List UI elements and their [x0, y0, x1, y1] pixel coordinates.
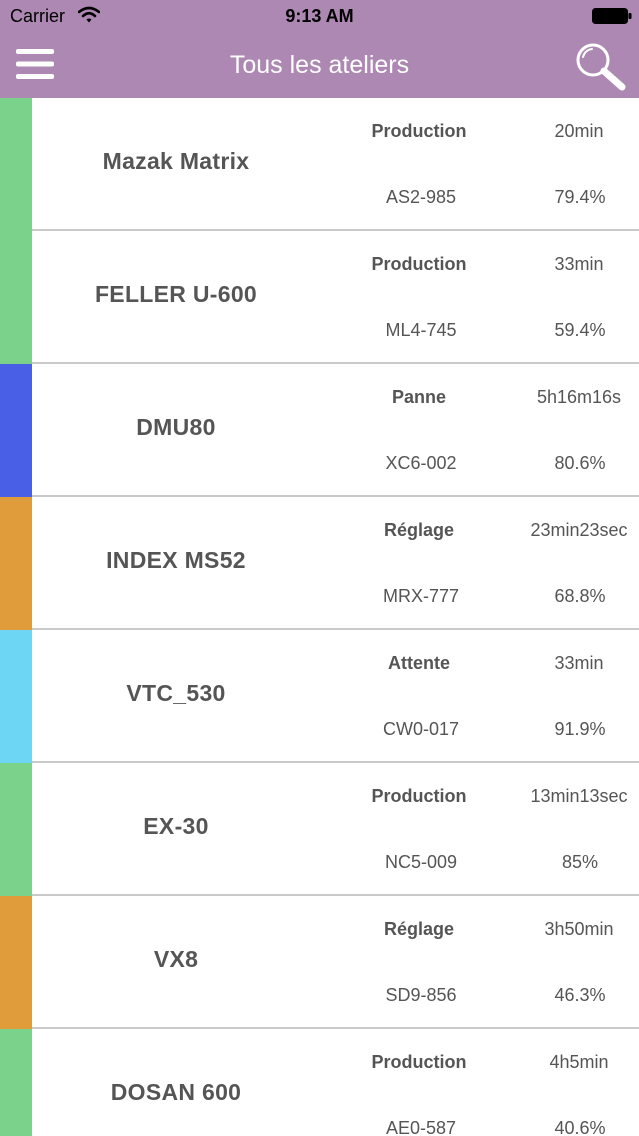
- machine-row[interactable]: Mazak Matrix Production 20min AS2-985 79…: [0, 98, 639, 231]
- performance-rate: 85%: [561, 852, 599, 872]
- state-duration: 4h5min: [549, 1052, 609, 1072]
- status-color-indicator: [0, 231, 32, 364]
- status-color-indicator: [0, 763, 32, 896]
- state-duration: 23min23sec: [530, 520, 628, 540]
- battery-icon: [592, 8, 632, 24]
- status-bar: Carrier 9:13 AM: [0, 0, 639, 32]
- machine-name: FELLER U-600: [94, 281, 258, 307]
- status-color-indicator: [0, 896, 32, 1029]
- machine-row[interactable]: EX-30 Production 13min13sec NC5-009 85%: [0, 763, 639, 896]
- part-reference: XC6-002: [385, 453, 457, 473]
- status-time: 9:13 AM: [285, 6, 354, 26]
- app-screen: Carrier 9:13 AM Tous les ateliers Mazak …: [0, 0, 639, 1136]
- performance-rate: 91.9%: [554, 719, 606, 739]
- machine-row[interactable]: VTC_530 Attente 33min CW0-017 91.9%: [0, 630, 639, 763]
- header: Carrier 9:13 AM Tous les ateliers: [0, 0, 639, 98]
- part-reference: NC5-009: [384, 852, 458, 872]
- machine-row[interactable]: DOSAN 600 Production 4h5min AE0-587 40.6…: [0, 1029, 639, 1136]
- machine-state: Production: [371, 254, 467, 274]
- workshop-list: Mazak Matrix Production 20min AS2-985 79…: [0, 98, 639, 1136]
- part-reference: MRX-777: [382, 586, 460, 606]
- machine-row[interactable]: DMU80 Panne 5h16m16s XC6-002 80.6%: [0, 364, 639, 497]
- state-duration: 3h50min: [544, 919, 614, 939]
- machine-name: VTC_530: [126, 680, 226, 706]
- machine-row[interactable]: VX8 Réglage 3h50min SD9-856 46.3%: [0, 896, 639, 1029]
- status-color-indicator: [0, 98, 32, 231]
- performance-rate: 40.6%: [554, 1118, 606, 1136]
- state-duration: 33min: [554, 653, 604, 673]
- machine-state: Réglage: [383, 919, 455, 939]
- machine-state: Production: [371, 121, 467, 141]
- status-color-indicator: [0, 630, 32, 763]
- page-title: Tous les ateliers: [229, 51, 410, 79]
- performance-rate: 68.8%: [554, 586, 606, 606]
- state-duration: 5h16m16s: [536, 387, 622, 407]
- machine-state: Production: [371, 786, 467, 806]
- performance-rate: 80.6%: [554, 453, 606, 473]
- navigation-bar: Tous les ateliers: [0, 32, 639, 98]
- performance-rate: 46.3%: [554, 985, 606, 1005]
- machine-name: VX8: [153, 946, 199, 972]
- machine-name: INDEX MS52: [106, 547, 246, 573]
- part-reference: AE0-587: [385, 1118, 457, 1136]
- performance-rate: 59.4%: [554, 320, 606, 340]
- search-icon[interactable]: [573, 40, 627, 92]
- performance-rate: 79.4%: [554, 187, 606, 207]
- part-reference: CW0-017: [382, 719, 460, 739]
- machine-name: EX-30: [143, 813, 209, 839]
- machine-state: Attente: [388, 653, 450, 673]
- machine-state: Réglage: [383, 520, 455, 540]
- machine-name: DMU80: [136, 414, 216, 440]
- status-color-indicator: [0, 1029, 32, 1136]
- machine-row[interactable]: FELLER U-600 Production 33min ML4-745 59…: [0, 231, 639, 364]
- machine-row[interactable]: INDEX MS52 Réglage 23min23sec MRX-777 68…: [0, 497, 639, 630]
- state-duration: 33min: [554, 254, 604, 274]
- machine-state: Production: [371, 1052, 467, 1072]
- machine-name: DOSAN 600: [110, 1079, 242, 1105]
- machine-state: Panne: [391, 387, 447, 407]
- state-duration: 20min: [554, 121, 604, 141]
- status-color-indicator: [0, 497, 32, 630]
- machine-name: Mazak Matrix: [102, 148, 250, 174]
- status-color-indicator: [0, 364, 32, 497]
- part-reference: SD9-856: [385, 985, 457, 1005]
- state-duration: 13min13sec: [530, 786, 628, 806]
- part-reference: ML4-745: [385, 320, 457, 340]
- part-reference: AS2-985: [385, 187, 457, 207]
